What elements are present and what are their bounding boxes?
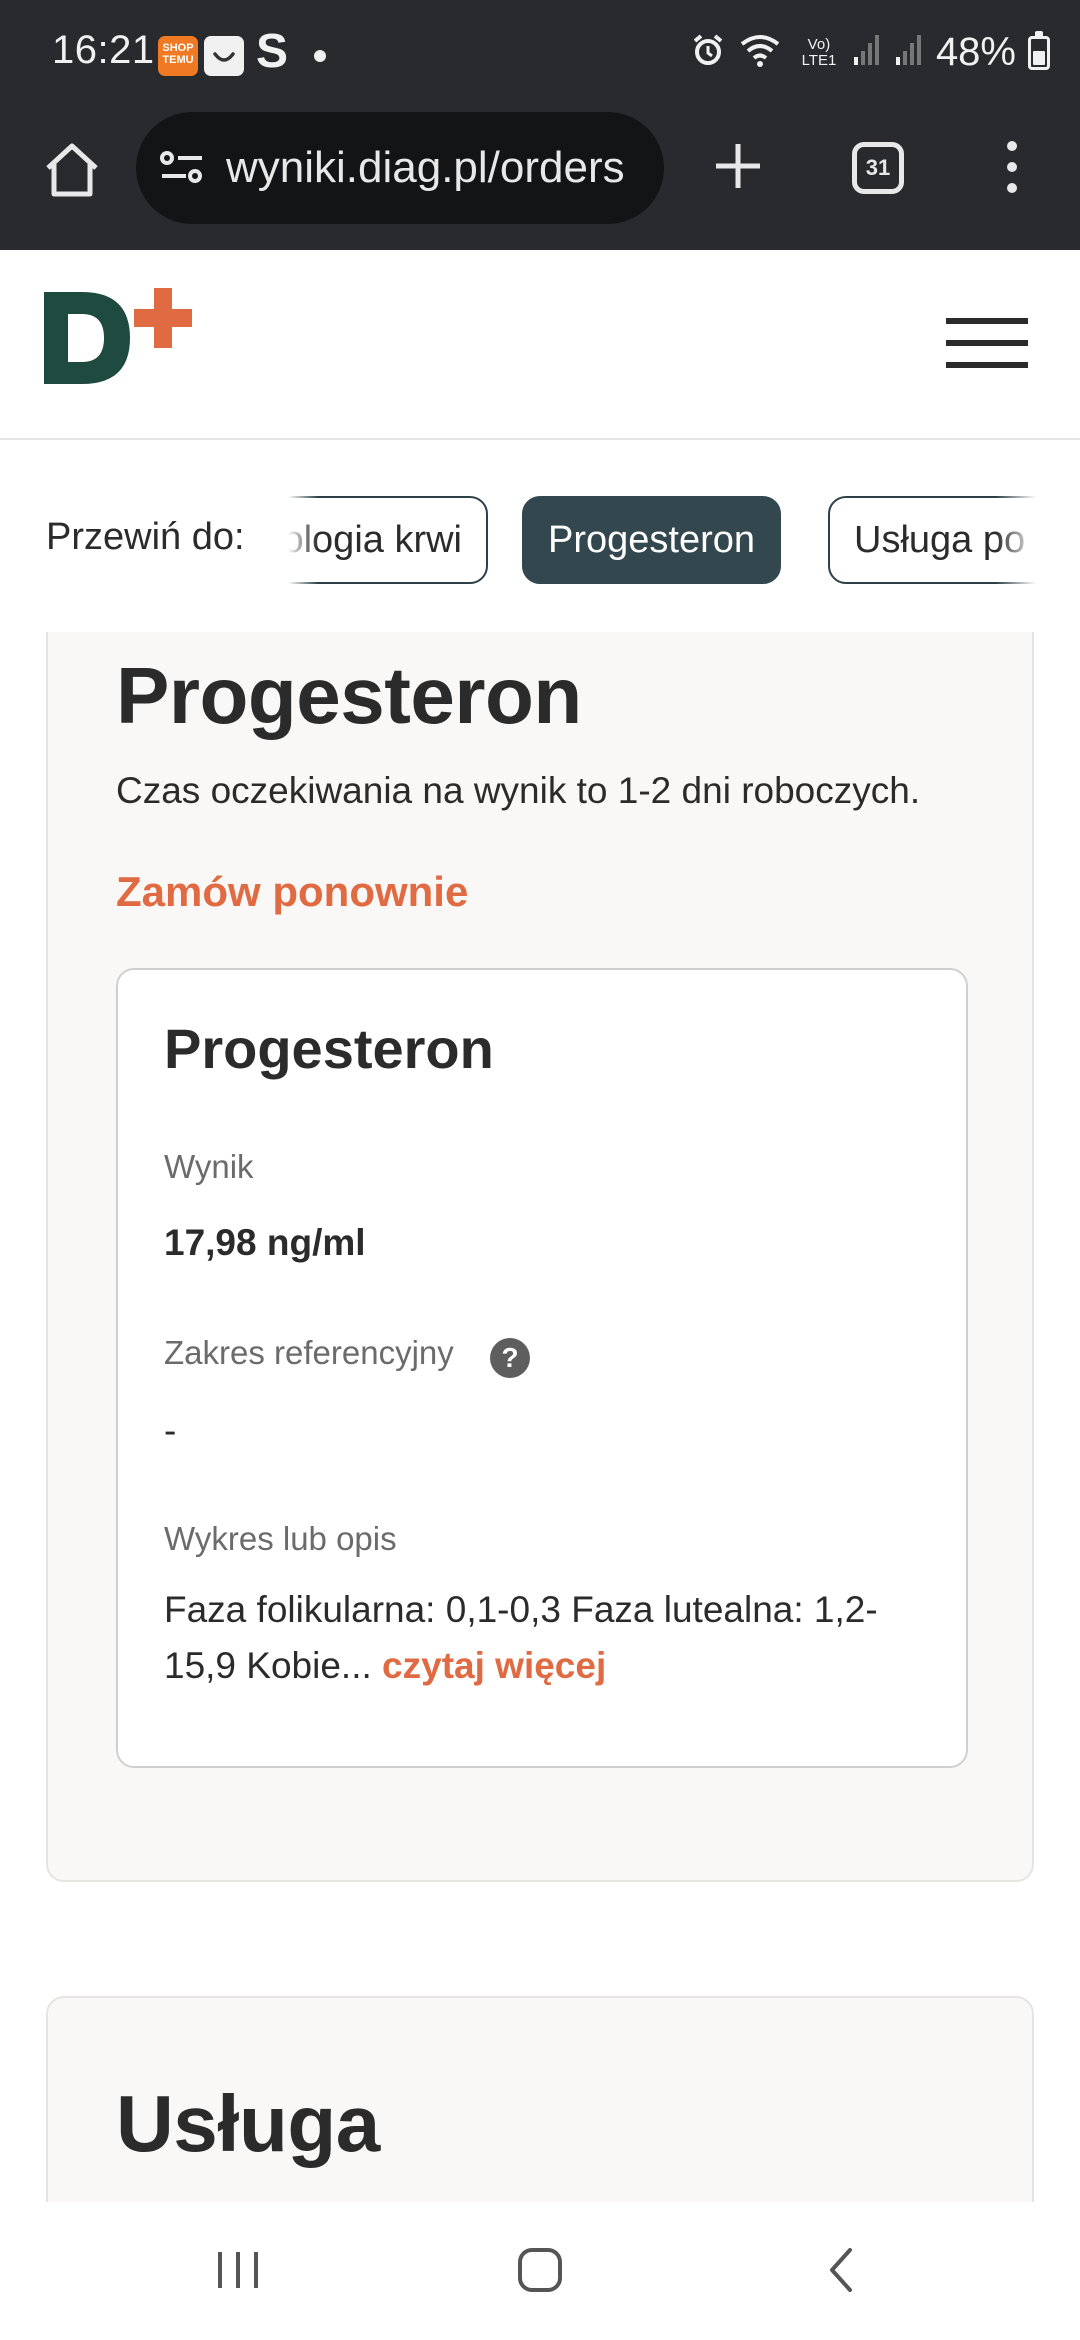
hamburger-icon[interactable] [946,316,1028,372]
tune-icon[interactable] [158,148,206,188]
alarm-icon [690,32,726,73]
status-bar: 16:21 SHOP TEMU S Vo) LTE1 48% [0,0,1080,112]
smile-notification-icon [204,36,244,76]
scroll-to-bar: Przewiń do: ologia krwi Progesteron Usłu… [0,442,1080,632]
test-title: Progesteron [116,651,582,740]
description-text: Faza folikularna: 0,1-0,3 Faza lutealna:… [164,1582,924,1694]
test-card-progesteron: Progesteron Czas oczekiwania na wynik to… [46,632,1034,1882]
diag-logo[interactable] [44,288,204,384]
tabs-icon[interactable]: 31 [852,142,904,194]
service-title: Usługa [116,2079,380,2168]
wifi-icon [738,32,786,73]
more-vert-icon[interactable] [996,132,1028,202]
chip-fade-right [996,494,1036,586]
reorder-link[interactable]: Zamów ponownie [116,868,468,916]
browser-toolbar: wyniki.diag.pl/orders 31 [0,112,1080,250]
site-header [0,250,1080,440]
chip-morfologia[interactable]: ologia krwi [288,496,488,584]
plus-icon[interactable] [704,132,772,200]
more-notifications-dot [314,50,326,62]
wait-time-text: Czas oczekiwania na wynik to 1-2 dni rob… [116,770,921,811]
signal-2-icon [894,33,924,72]
main-content: Progesteron Czas oczekiwania na wynik to… [0,632,1080,2202]
reference-range-value: - [164,1410,177,1451]
android-nav-bar [0,2202,1080,2340]
temu-notification-icon: SHOP TEMU [158,36,198,76]
result-box: Progesteron Wynik 17,98 ng/ml Zakres ref… [116,968,968,1768]
recents-icon[interactable] [206,2238,270,2302]
signal-icon [852,33,882,72]
description-label: Wykres lub opis [164,1520,397,1557]
status-time: 16:21 [52,28,155,72]
result-test-name: Progesteron [164,1017,494,1080]
question-icon[interactable]: ? [490,1338,530,1378]
result-value: 17,98 ng/ml [164,1222,366,1263]
volte-icon: Vo) LTE1 [801,35,837,69]
read-more-link[interactable]: czytaj więcej [382,1645,606,1686]
scroll-to-label: Przewiń do: [46,516,245,558]
status-icons: Vo) LTE1 48% [690,30,1050,75]
home-icon[interactable] [38,136,106,204]
battery-percent: 48% [935,30,1016,74]
url-text[interactable]: wyniki.diag.pl/orders [226,143,625,193]
reference-range-label: Zakres referencyjny [164,1334,454,1371]
s-notification-icon: S [256,25,289,78]
chip-scroller[interactable]: ologia krwi Progesteron Usługa po [288,494,1036,586]
chip-fade-left [288,494,318,586]
address-bar[interactable]: wyniki.diag.pl/orders [136,112,664,224]
battery-icon [1028,30,1050,70]
service-card: Usługa [46,1996,1034,2202]
nav-home-icon[interactable] [508,2238,572,2302]
chip-progesteron[interactable]: Progesteron [522,496,782,584]
result-label: Wynik [164,1148,254,1185]
back-icon[interactable] [810,2238,874,2302]
